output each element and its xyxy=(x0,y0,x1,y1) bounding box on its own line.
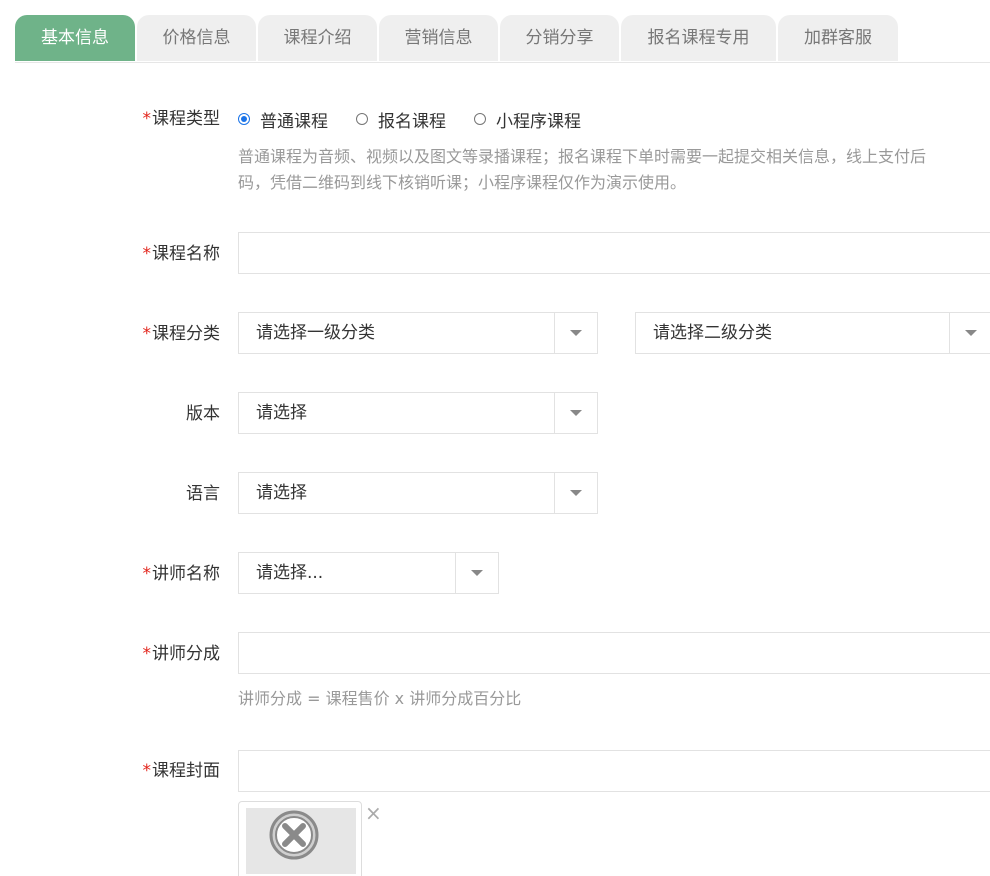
dropdown-arrow-box[interactable] xyxy=(554,313,597,353)
version-placeholder: 请选择 xyxy=(256,403,307,423)
version-label: 版本 xyxy=(186,404,220,424)
course-type-radio-group: 普通课程 报名课程 小程序课程 xyxy=(238,107,609,132)
course-cover-input[interactable] xyxy=(238,750,990,792)
remove-cover-icon[interactable]: × xyxy=(365,803,382,823)
course-type-label: *课程类型 xyxy=(142,109,221,129)
course-name-input[interactable] xyxy=(238,232,990,274)
required-mark: * xyxy=(142,324,152,344)
dropdown-arrow-box[interactable] xyxy=(949,313,990,353)
course-cover-label: *课程封面 xyxy=(142,761,221,781)
tab-basic-info[interactable]: 基本信息 xyxy=(15,15,135,61)
radio-unchecked-icon[interactable] xyxy=(474,113,486,125)
secondary-category-placeholder: 请选择二级分类 xyxy=(653,323,772,343)
broken-image-icon xyxy=(269,810,319,860)
required-mark: * xyxy=(142,109,152,129)
primary-category-placeholder: 请选择一级分类 xyxy=(256,323,375,343)
language-label: 语言 xyxy=(186,484,220,504)
required-mark: * xyxy=(142,644,152,664)
radio-checked-icon[interactable] xyxy=(238,113,250,125)
radio-miniprogram-course[interactable]: 小程序课程 xyxy=(474,107,581,132)
teacher-name-placeholder: 请选择... xyxy=(256,563,324,583)
caret-down-icon xyxy=(471,570,483,576)
tab-marketing-info[interactable]: 营销信息 xyxy=(379,15,498,61)
version-select[interactable]: 请选择 xyxy=(238,392,598,434)
tab-bar: 基本信息 价格信息 课程介绍 营销信息 分销分享 报名课程专用 加群客服 xyxy=(15,15,990,63)
caret-down-icon xyxy=(570,330,582,336)
course-type-help-line2: 码，凭借二维码到线下核销听课；小程序课程仅作为演示使用。 xyxy=(238,173,687,192)
tab-signup-course[interactable]: 报名课程专用 xyxy=(621,15,776,61)
tab-course-intro[interactable]: 课程介绍 xyxy=(258,15,377,61)
language-placeholder: 请选择 xyxy=(256,483,307,503)
course-category-label: *课程分类 xyxy=(142,324,221,344)
teacher-share-label: *讲师分成 xyxy=(142,644,221,664)
radio-signup-course[interactable]: 报名课程 xyxy=(356,107,446,132)
required-mark: * xyxy=(142,761,152,781)
radio-normal-course[interactable]: 普通课程 xyxy=(238,107,328,132)
caret-down-icon xyxy=(965,330,977,336)
radio-unchecked-icon[interactable] xyxy=(356,113,368,125)
tab-group-service[interactable]: 加群客服 xyxy=(778,15,898,61)
teacher-name-select[interactable]: 请选择... xyxy=(238,552,499,594)
language-select[interactable]: 请选择 xyxy=(238,472,598,514)
teacher-name-label: *讲师名称 xyxy=(142,564,221,584)
caret-down-icon xyxy=(570,490,582,496)
primary-category-select[interactable]: 请选择一级分类 xyxy=(238,312,598,354)
tab-distribution-share[interactable]: 分销分享 xyxy=(500,15,619,61)
tab-price-info[interactable]: 价格信息 xyxy=(137,15,256,61)
dropdown-arrow-box[interactable] xyxy=(554,473,597,513)
required-mark: * xyxy=(142,564,152,584)
caret-down-icon xyxy=(570,410,582,416)
cover-image-thumbnail[interactable] xyxy=(238,801,362,876)
page: 基本信息 价格信息 课程介绍 营销信息 分销分享 报名课程专用 加群客服 *课程… xyxy=(0,0,990,876)
dropdown-arrow-box[interactable] xyxy=(455,553,498,593)
dropdown-arrow-box[interactable] xyxy=(554,393,597,433)
course-name-label: *课程名称 xyxy=(142,244,221,264)
teacher-share-help: 讲师分成 = 课程售价 x 讲师分成百分比 xyxy=(238,689,522,708)
required-mark: * xyxy=(142,244,152,264)
teacher-share-input[interactable] xyxy=(238,632,990,674)
secondary-category-select[interactable]: 请选择二级分类 xyxy=(635,312,990,354)
course-type-help-line1: 普通课程为音频、视频以及图文等录播课程；报名课程下单时需要一起提交相关信息，线上… xyxy=(238,147,927,166)
